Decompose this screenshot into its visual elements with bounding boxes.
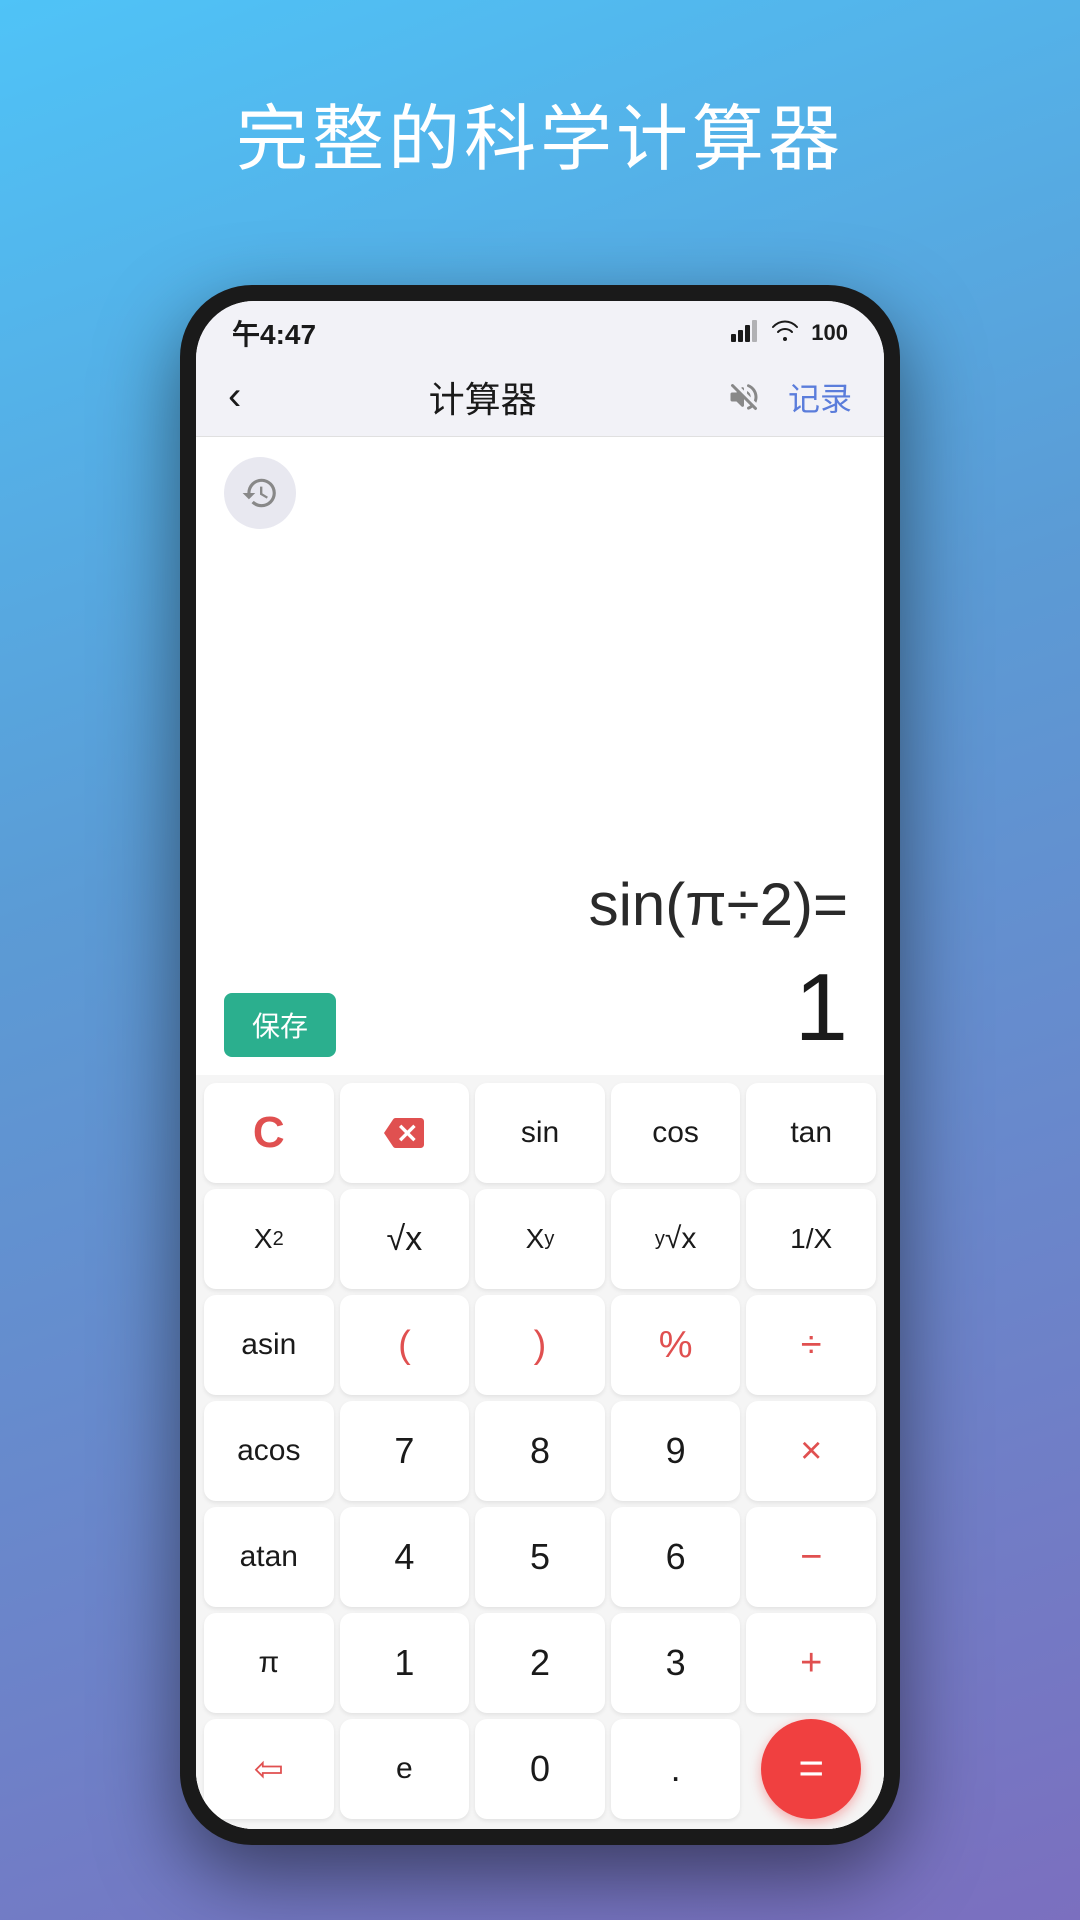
key-cos[interactable]: cos <box>611 1083 741 1183</box>
key-1[interactable]: 1 <box>340 1613 470 1713</box>
formula-display: sin(π÷2)= <box>228 861 852 949</box>
key-7[interactable]: 7 <box>340 1401 470 1501</box>
key--[interactable]: = <box>761 1719 861 1819</box>
key-row-2: asin()%÷ <box>204 1295 876 1395</box>
key-acos[interactable]: acos <box>204 1401 334 1501</box>
key-3[interactable]: 3 <box>611 1613 741 1713</box>
key-row-1: X2√xXyy√x1/X <box>204 1189 876 1289</box>
phone-screen: 午4:47 <box>196 301 884 1829</box>
key-e[interactable]: e <box>340 1719 470 1819</box>
page-title-area: 完整的科学计算器 <box>0 0 1080 215</box>
key-6[interactable]: 6 <box>611 1507 741 1607</box>
key-tan[interactable]: tan <box>746 1083 876 1183</box>
app-header: ‹ 计算器 记录 <box>196 357 884 437</box>
key-X-[interactable]: X2 <box>204 1189 334 1289</box>
phone-frame: 午4:47 <box>180 285 900 1845</box>
signal-icon <box>731 320 759 347</box>
key-2[interactable]: 2 <box>475 1613 605 1713</box>
wifi-icon <box>771 320 799 347</box>
key--[interactable]: % <box>611 1295 741 1395</box>
mute-button[interactable] <box>724 377 764 417</box>
key-0[interactable]: 0 <box>475 1719 605 1819</box>
key-8[interactable]: 8 <box>475 1401 605 1501</box>
key--[interactable]: π <box>204 1613 334 1713</box>
page-background: 完整的科学计算器 午4:47 <box>0 0 1080 215</box>
key-row-4: atan456− <box>204 1507 876 1607</box>
key--[interactable]: ÷ <box>746 1295 876 1395</box>
history-button[interactable] <box>224 457 296 529</box>
key-atan[interactable]: atan <box>204 1507 334 1607</box>
keypad: CsincostanX2√xXyy√x1/Xasin()%÷acos789×at… <box>196 1075 884 1829</box>
status-time: 午4:47 <box>232 313 316 353</box>
key--x[interactable]: √x <box>340 1189 470 1289</box>
key--[interactable] <box>340 1083 470 1183</box>
app-title: 计算器 <box>241 371 724 423</box>
status-bar: 午4:47 <box>196 301 884 357</box>
calculator-body: sin(π÷2)= 1 保存 CsincostanX2√xXyy√x1/Xasi… <box>196 437 884 1829</box>
key-9[interactable]: 9 <box>611 1401 741 1501</box>
battery-icon: 100 <box>811 320 848 346</box>
save-button[interactable]: 保存 <box>224 993 336 1057</box>
header-right: 记录 <box>724 374 852 420</box>
key-1-X[interactable]: 1/X <box>746 1189 876 1289</box>
record-button[interactable]: 记录 <box>788 374 852 420</box>
key--[interactable]: ⇦ <box>204 1719 334 1819</box>
key-5[interactable]: 5 <box>475 1507 605 1607</box>
key---x[interactable]: y√x <box>611 1189 741 1289</box>
key-sin[interactable]: sin <box>475 1083 605 1183</box>
key-C[interactable]: C <box>204 1083 334 1183</box>
key--[interactable]: × <box>746 1401 876 1501</box>
key--[interactable]: + <box>746 1613 876 1713</box>
key--[interactable]: ) <box>475 1295 605 1395</box>
display-area: sin(π÷2)= 1 保存 <box>196 437 884 1075</box>
key--[interactable]: . <box>611 1719 741 1819</box>
key--[interactable]: − <box>746 1507 876 1607</box>
key-4[interactable]: 4 <box>340 1507 470 1607</box>
status-icons: 100 <box>731 320 848 347</box>
key-row-3: acos789× <box>204 1401 876 1501</box>
key-row-6: ⇦e0.= <box>204 1719 876 1819</box>
key-X-[interactable]: Xy <box>475 1189 605 1289</box>
page-title: 完整的科学计算器 <box>40 80 1040 185</box>
key--[interactable]: ( <box>340 1295 470 1395</box>
key-asin[interactable]: asin <box>204 1295 334 1395</box>
key-row-5: π123+ <box>204 1613 876 1713</box>
back-button[interactable]: ‹ <box>228 374 241 419</box>
key-row-0: Csincostan <box>204 1083 876 1183</box>
